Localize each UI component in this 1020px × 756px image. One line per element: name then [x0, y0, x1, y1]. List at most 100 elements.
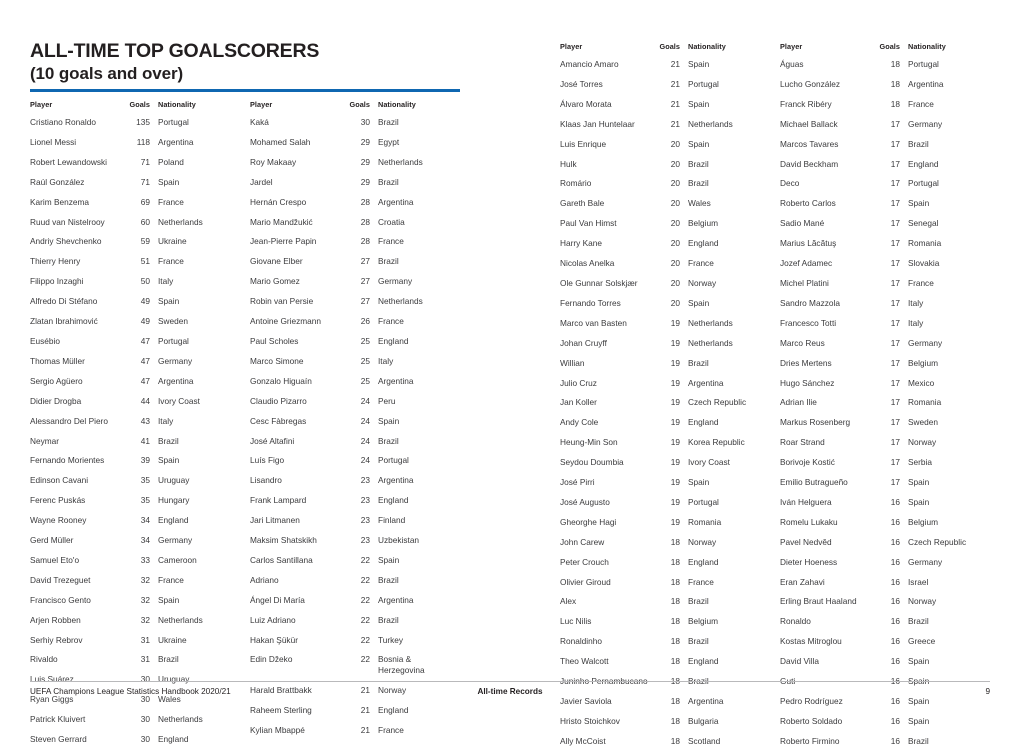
cell-nationality: Brazil — [378, 117, 399, 127]
cell-nationality: Portugal — [908, 59, 939, 69]
cell-player: Hristo Stoichkov — [560, 715, 620, 726]
cell-goals: 19 — [670, 437, 680, 448]
cell-player: Andriy Shevchenko — [30, 236, 102, 247]
table-row: Robert Lewandowski 71 Poland — [30, 157, 240, 177]
cell-nationality: Netherlands — [378, 156, 423, 167]
table-row: Ole Gunnar Solskjær 20 Norway — [560, 278, 770, 298]
table-row: Giovane Elber 27 Brazil — [250, 256, 460, 276]
table-row: Jari Litmanen 23 Finland — [250, 515, 460, 535]
cell-goals: 19 — [670, 397, 680, 408]
table-row: David Villa 16 Spain — [780, 656, 990, 676]
table-row: Patrick Kluivert 30 Netherlands — [30, 714, 240, 734]
cell-goals: 30 — [140, 714, 150, 725]
cell-nationality: Italy — [158, 276, 174, 287]
table-row: Raheem Sterling 21 England — [250, 705, 460, 725]
cell-goals: 24 — [360, 395, 370, 406]
cell-goals: 23 — [360, 495, 370, 506]
table-row: José Pirri 19 Spain — [560, 477, 770, 497]
table-row: Gareth Bale 20 Wales — [560, 198, 770, 218]
cell-player: Frank Lampard — [250, 495, 307, 506]
table-body-1: Cristiano Ronaldo 135 Portugal Lionel Messi… — [30, 117, 240, 754]
cell-goals: 23 — [360, 515, 370, 526]
cell-player: José Augusto — [560, 496, 610, 507]
cell-player: Hulk — [560, 158, 577, 169]
cell-nationality: Spain — [908, 656, 930, 667]
table-row: Sadio Mané 17 Senegal — [780, 218, 990, 238]
cell-goals: 18 — [670, 536, 680, 547]
cell-player: John Carew — [560, 536, 605, 547]
cell-goals: 16 — [890, 516, 900, 527]
cell-nationality: England — [688, 656, 719, 667]
cell-player: Romelu Lukaku — [780, 516, 838, 527]
accent-rule — [30, 89, 460, 92]
cell-player: Sadio Mané — [780, 218, 825, 229]
cell-nationality: Wales — [688, 198, 711, 209]
table-row: Borivoje Kostić 17 Serbia — [780, 457, 990, 477]
cell-player: Gonzalo Higuaín — [250, 375, 312, 386]
cell-player: Roy Makaay — [250, 156, 297, 167]
cell-nationality: Netherlands — [688, 317, 733, 328]
cell-goals: 60 — [140, 216, 150, 227]
cell-nationality: Spain — [908, 496, 930, 507]
table-row: José Altafini 24 Brazil — [250, 436, 460, 456]
table-row: Gheorghe Hagi 19 Romania — [560, 517, 770, 537]
cell-goals: 20 — [670, 178, 680, 189]
cell-goals: 22 — [360, 554, 370, 565]
cell-nationality: Germany — [378, 276, 413, 287]
cell-nationality: England — [688, 238, 719, 249]
cell-nationality: Croatia — [378, 216, 405, 227]
stats-column-2: Player Goals Nationality Kaká 30 Brazil Moh… — [250, 100, 460, 745]
cell-player: David Trezeguet — [30, 574, 91, 585]
cell-player: Ole Gunnar Solskjær — [560, 277, 638, 288]
cell-nationality: Romania — [688, 516, 722, 527]
table-row: Hakan Şükür 22 Turkey — [250, 635, 460, 655]
cell-nationality: France — [378, 724, 404, 735]
page-subtitle: (10 goals and over) — [30, 64, 184, 84]
table-row: Dries Mertens 17 Belgium — [780, 358, 990, 378]
table-row: Ferenc Puskás 35 Hungary — [30, 495, 240, 515]
cell-nationality: Argentina — [158, 136, 194, 147]
cell-nationality: Brazil — [688, 636, 709, 647]
table-row: Alfredo Di Stéfano 49 Spain — [30, 296, 240, 316]
cell-player: Thierry Henry — [30, 256, 81, 267]
cell-nationality: France — [158, 574, 184, 585]
footer-section-label: All-time Records — [477, 687, 543, 696]
cell-goals: 23 — [360, 535, 370, 546]
cell-goals: 71 — [140, 176, 150, 187]
cell-nationality: Brazil — [688, 178, 709, 189]
table-row: Edinson Cavani 35 Uruguay — [30, 475, 240, 495]
table-header-row: Player Goals Nationality — [250, 100, 460, 117]
cell-nationality: England — [378, 335, 409, 346]
cell-nationality: Romania — [908, 238, 942, 249]
cell-player: Roar Strand — [780, 437, 825, 448]
cell-nationality: Brazil — [158, 654, 179, 665]
table-row: Hugo Sánchez 17 Mexico — [780, 378, 990, 398]
column-header-player: Player — [30, 100, 53, 109]
table-row: Fernando Torres 20 Spain — [560, 298, 770, 318]
cell-goals: 19 — [670, 496, 680, 507]
cell-nationality: Sweden — [908, 417, 938, 428]
cell-player: Seydou Doumbia — [560, 457, 624, 468]
cell-player: Mario Mandžukić — [250, 216, 313, 227]
cell-player: Águas — [780, 59, 804, 69]
cell-goals: 23 — [360, 475, 370, 486]
cell-nationality: France — [688, 576, 714, 587]
cell-nationality: Spain — [688, 138, 710, 149]
cell-nationality: Egypt — [378, 136, 400, 147]
table-row: Adrian Ilie 17 Romania — [780, 397, 990, 417]
cell-nationality: Spain — [908, 198, 930, 209]
cell-player: Marius Lăcătuş — [780, 238, 837, 249]
cell-player: José Altafini — [250, 435, 295, 446]
cell-goals: 17 — [890, 457, 900, 468]
cell-goals: 69 — [140, 196, 150, 207]
cell-goals: 27 — [360, 296, 370, 307]
cell-goals: 25 — [360, 335, 370, 346]
table-row: Adriano 22 Brazil — [250, 575, 460, 595]
cell-player: Lionel Messi — [30, 136, 77, 147]
cell-goals: 17 — [890, 238, 900, 249]
table-row: Erling Braut Haaland 16 Norway — [780, 596, 990, 616]
cell-goals: 21 — [670, 78, 680, 89]
cell-player: Paul Van Himst — [560, 218, 617, 229]
goalscorers-table-1: Player Goals Nationality Cristiano Ronal… — [30, 100, 240, 754]
column-header-goals: Goals — [129, 100, 150, 109]
